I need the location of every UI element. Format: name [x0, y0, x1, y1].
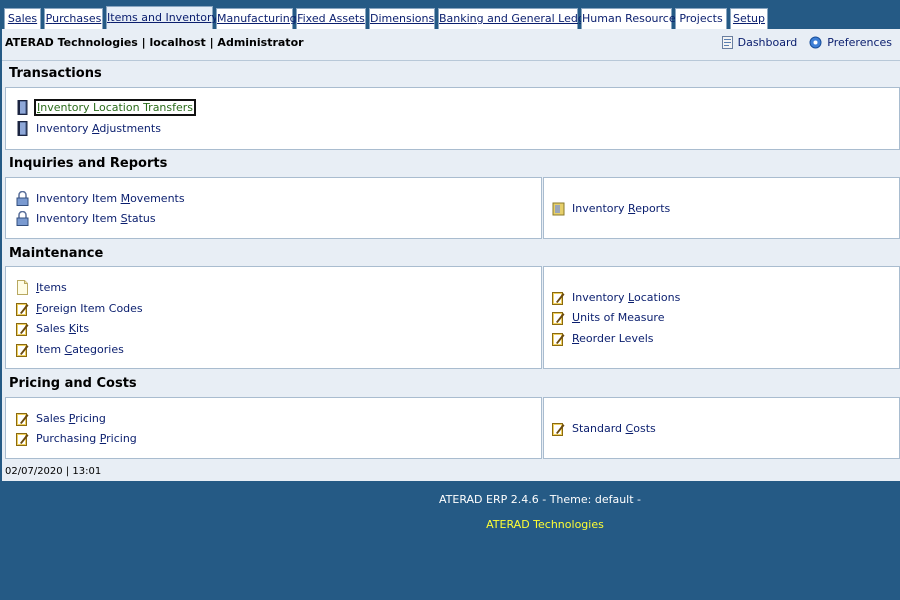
link-foreign-item-codes[interactable]: Foreign Item Codes [16, 301, 143, 316]
link-item-categories[interactable]: Item Categories [16, 342, 124, 357]
link-inventory-locations[interactable]: Inventory Locations [552, 290, 680, 305]
tab-manufacturing[interactable]: Manufacturing [216, 8, 297, 29]
book-icon [17, 100, 28, 115]
link-sales-kits[interactable]: Sales Kits [16, 321, 89, 336]
footer-company-link[interactable]: ATERAD Technologies [0, 518, 900, 531]
link-inventory-item-status[interactable]: Inventory Item Status [16, 211, 156, 226]
tab-human-resource[interactable]: Human Resource [581, 8, 676, 29]
dashboard-link[interactable]: Dashboard [721, 36, 798, 49]
link-sales-pricing[interactable]: Sales Pricing [16, 411, 106, 426]
tab-setup[interactable]: Setup [730, 8, 768, 29]
link-purchasing-pricing[interactable]: Purchasing Pricing [16, 431, 137, 446]
transactions-box: Inventory Location Transfers Inventory A… [5, 87, 900, 150]
module-tab-bar: Sales Purchases Items and Inventory Manu… [0, 0, 900, 29]
section-title-inquiries: Inquiries and Reports [9, 156, 168, 171]
edit-icon [16, 413, 29, 426]
edit-icon [16, 433, 29, 446]
maintenance-box-right: Inventory Locations Units of Measure Reo… [543, 266, 900, 369]
link-inventory-adjustments[interactable]: Inventory Adjustments [16, 121, 161, 136]
header-divider [2, 60, 900, 61]
preferences-link[interactable]: Preferences [809, 36, 892, 49]
tab-fixed-assets[interactable]: Fixed Assets [296, 8, 366, 29]
main-panel: ATERAD Technologies | localhost | Admini… [2, 29, 900, 481]
maintenance-box-left: Items Foreign Item Codes Sales Kits Item… [5, 266, 542, 369]
dashboard-icon [721, 36, 733, 49]
inquiries-box-left: Inventory Item Movements Inventory Item … [5, 177, 542, 239]
date-time: 02/07/2020 | 13:01 [5, 466, 102, 477]
edit-icon [16, 323, 29, 336]
edit-icon [552, 333, 565, 346]
tab-items-and-inventory[interactable]: Items and Inventory [106, 6, 218, 29]
dashboard-label: Dashboard [737, 36, 798, 49]
tab-sales[interactable]: Sales [4, 8, 41, 29]
page-icon [17, 280, 28, 295]
tab-projects[interactable]: Projects [675, 8, 727, 29]
tab-banking-general-ledger[interactable]: Banking and General Ledger [438, 8, 596, 29]
gear-icon [809, 36, 822, 49]
section-title-pricing: Pricing and Costs [9, 376, 137, 391]
edit-icon [552, 292, 565, 305]
footer-version: ATERAD ERP 2.4.6 - Theme: default - [438, 493, 642, 506]
section-title-transactions: Transactions [9, 66, 102, 81]
tab-dimensions[interactable]: Dimensions [369, 8, 435, 29]
top-links: Dashboard Preferences [721, 36, 892, 49]
user-info: ATERAD Technologies | localhost | Admini… [5, 36, 304, 49]
edit-icon [16, 303, 29, 316]
link-standard-costs[interactable]: Standard Costs [552, 421, 656, 436]
link-inventory-reports[interactable]: Inventory Reports [552, 201, 670, 216]
lock-icon [16, 191, 29, 206]
edit-icon [552, 312, 565, 325]
preferences-label: Preferences [827, 36, 892, 49]
edit-icon [16, 344, 29, 357]
inquiries-box-right: Inventory Reports [543, 177, 900, 239]
link-units-of-measure[interactable]: Units of Measure [552, 310, 664, 325]
section-title-maintenance: Maintenance [9, 246, 104, 261]
link-items[interactable]: Items [16, 280, 67, 295]
tab-purchases[interactable]: Purchases [44, 8, 103, 29]
link-inventory-item-movements[interactable]: Inventory Item Movements [16, 191, 185, 206]
book-icon [17, 121, 28, 136]
report-icon [552, 202, 565, 216]
link-inventory-location-transfers[interactable]: Inventory Location Transfers [16, 99, 197, 116]
pricing-box-left: Sales Pricing Purchasing Pricing [5, 397, 542, 459]
link-reorder-levels[interactable]: Reorder Levels [552, 331, 654, 346]
pricing-box-right: Standard Costs [543, 397, 900, 459]
edit-icon [552, 423, 565, 436]
lock-icon [16, 211, 29, 226]
